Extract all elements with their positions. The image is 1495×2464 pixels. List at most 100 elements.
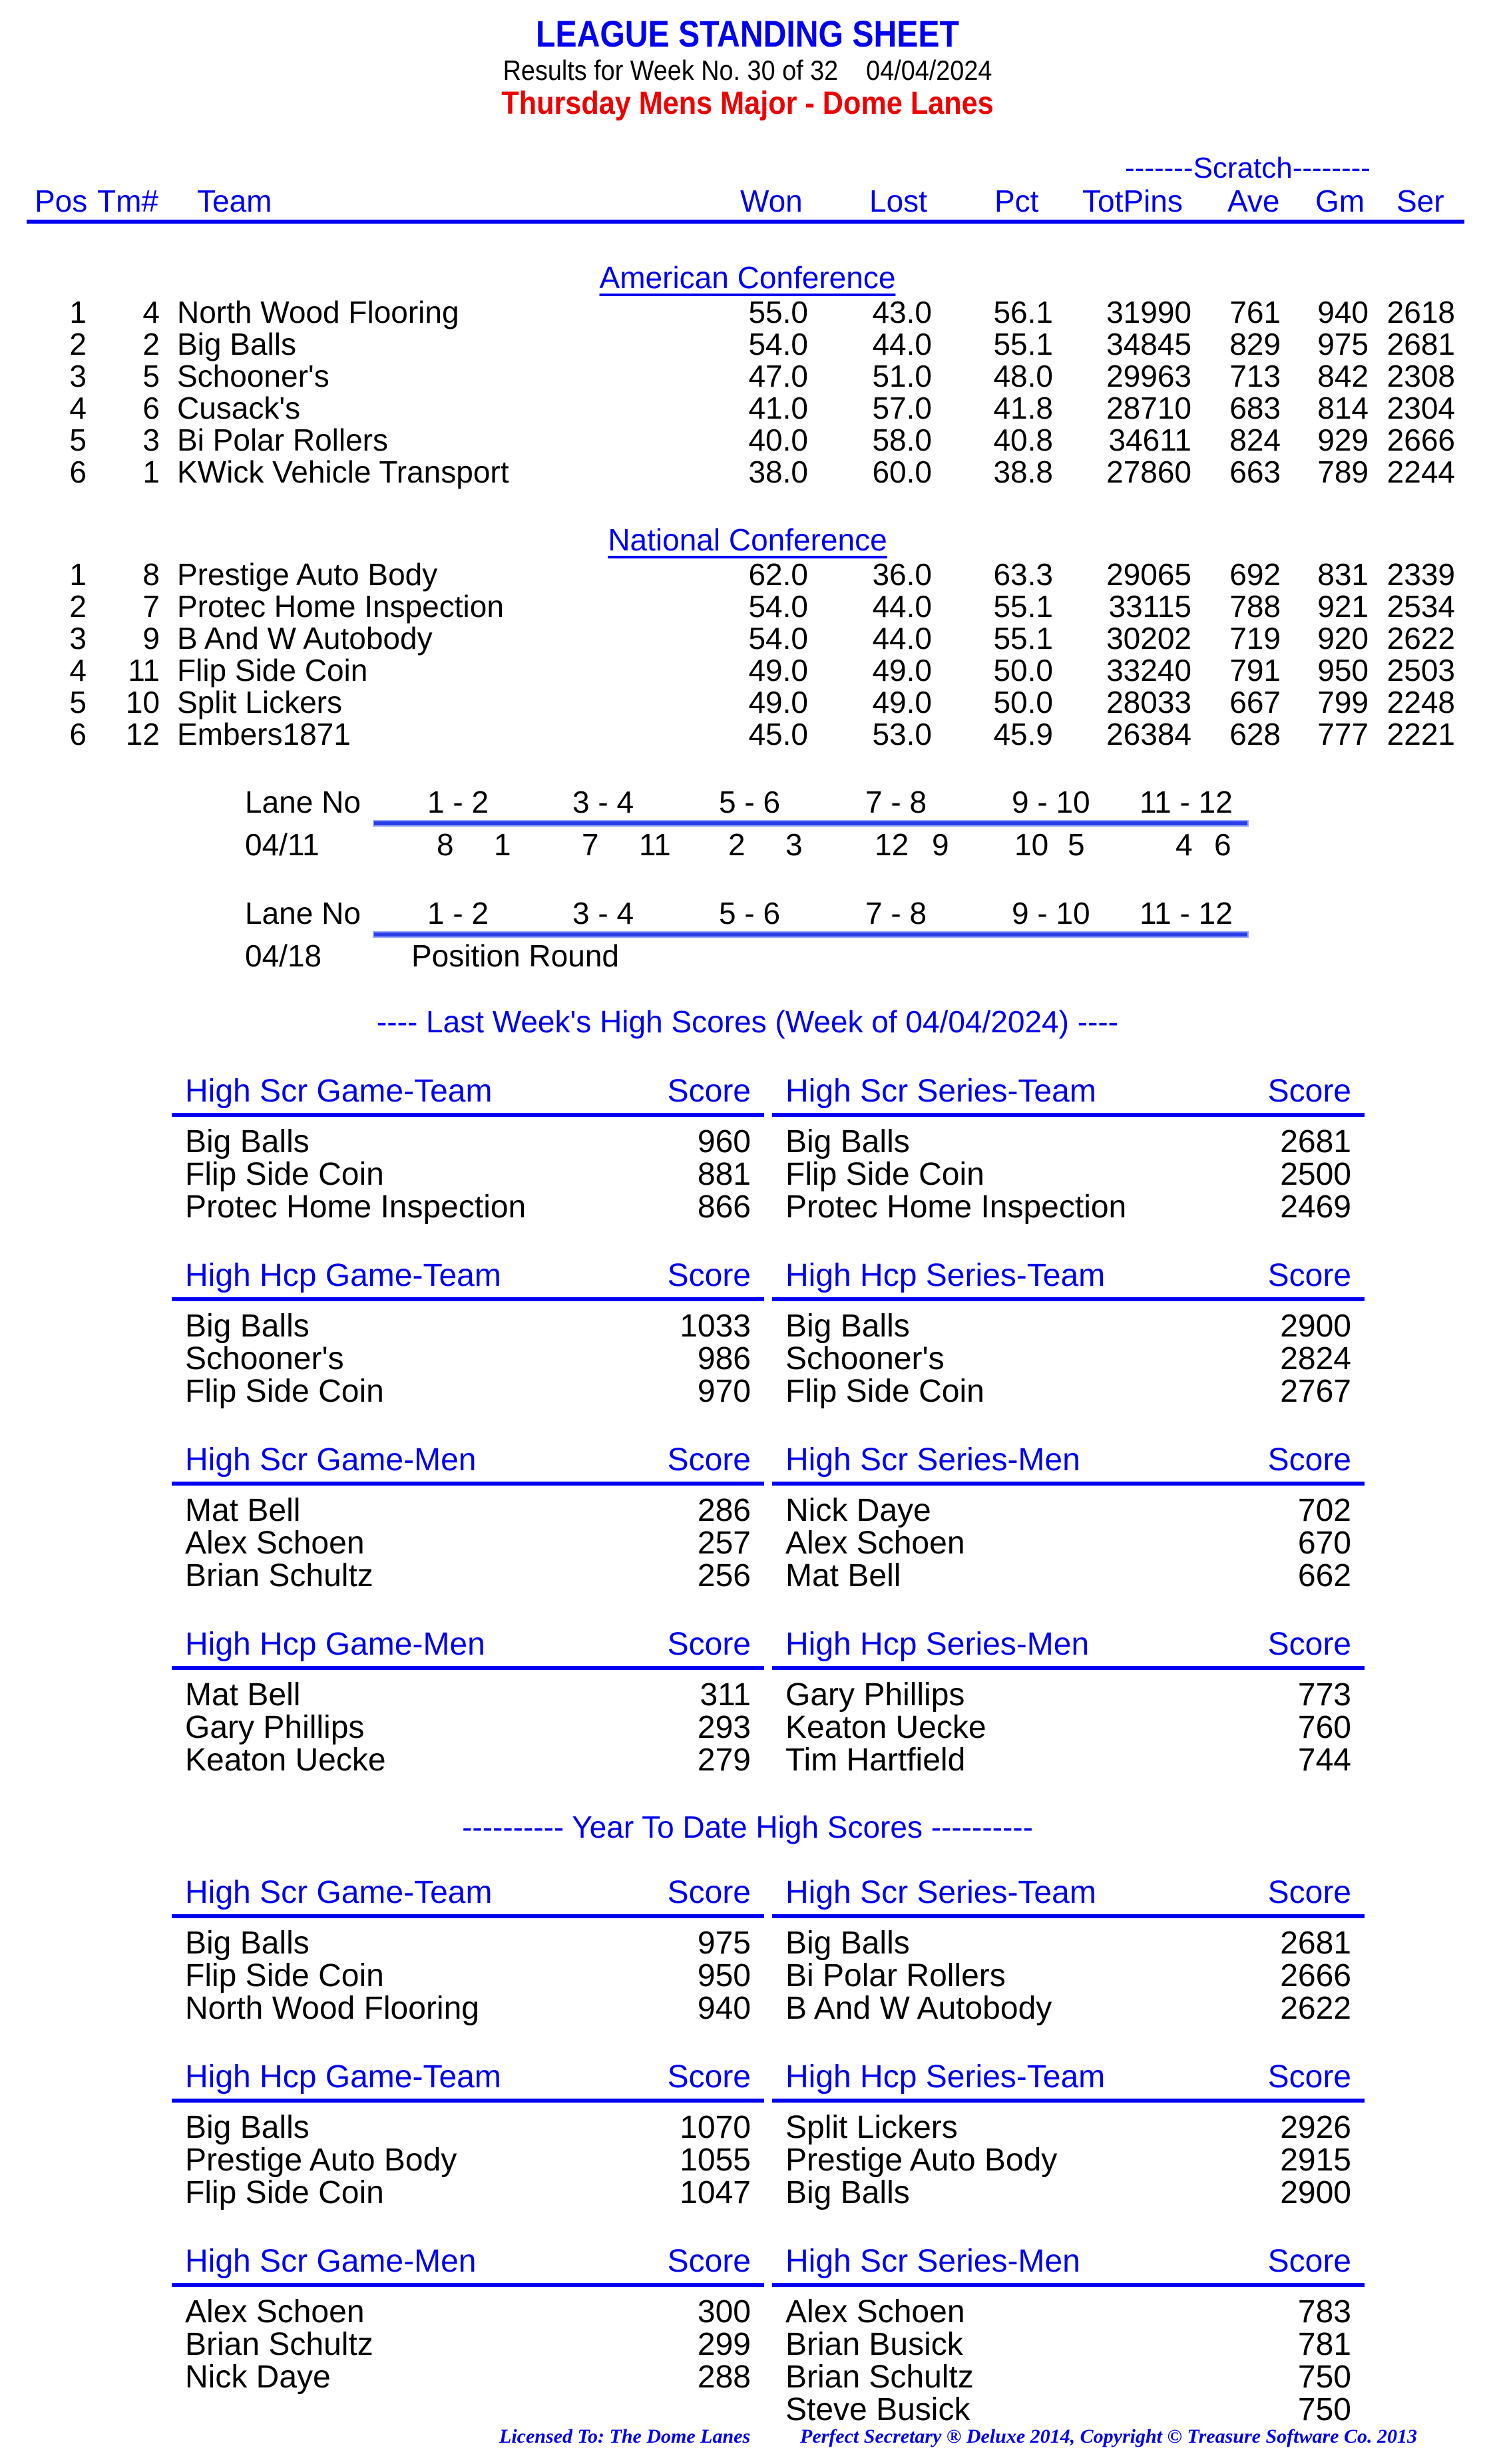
cell-ser: 2221 [1387,717,1455,751]
cell-pct: 63.3 [993,557,1053,592]
list-item: Big Balls 2681 [772,1925,1365,1961]
score-label: Score [1267,1442,1351,1478]
conference-title: American Conference [599,260,896,295]
cell-gm: 940 [1317,295,1369,329]
matchup-team: 10 [1014,827,1049,862]
list-item: Alex Schoen 670 [772,1525,1365,1561]
conference-title: National Conference [608,522,887,557]
score-label: Score [667,1875,751,1910]
cell-totpins: 28710 [1106,391,1191,425]
cell-won: 40.0 [748,423,808,457]
cell-totpins: 30202 [1106,621,1191,656]
cell-ave: 829 [1229,327,1281,361]
cell-won: 47.0 [748,359,808,393]
cell-tm: 5 [142,359,160,393]
col-pct: Pct [994,184,1039,218]
cell-pct: 48.0 [993,359,1053,393]
item-score: 279 [697,1743,751,1778]
scratch-label: -------Scratch-------- [1125,152,1371,184]
cell-gm: 975 [1317,327,1369,361]
item-name: Gary Phillips [185,1710,365,1745]
cell-pct: 40.8 [993,423,1053,457]
score-label: Score [1267,2244,1351,2279]
cell-pct: 56.1 [993,295,1053,329]
cell-team: KWick Vehicle Transport [177,455,509,489]
high-score-box: High Hcp Series-Team Score Split Lickers 29… [772,2059,1365,2210]
col-tm: Tm# [97,184,158,218]
cell-ave: 683 [1229,391,1281,425]
item-name: Keaton Uecke [785,1710,986,1745]
cell-tm: 8 [142,557,160,592]
high-score-box: High Scr Series-Men Score Nick Daye 702 Alex… [772,1442,1365,1593]
item-score: 881 [697,1157,751,1192]
list-item: Big Balls 960 [172,1124,764,1159]
item-score: 2900 [1280,2175,1351,2210]
cell-pct: 50.0 [993,653,1053,688]
list-item: Prestige Auto Body 2915 [772,2142,1365,2178]
box-items: Big Balls 960 Flip Side Coin 881 Protec Home… [172,1124,764,1225]
list-item: Flip Side Coin 950 [172,1957,764,1993]
cell-ave: 628 [1229,717,1281,751]
cell-pos: 1 [69,557,87,592]
box-title: High Hcp Game-Men [185,1627,485,1662]
item-name: Big Balls [185,1309,310,1344]
item-name: Brian Busick [785,2327,963,2362]
item-name: Schooner's [785,1341,945,1376]
cell-ser: 2681 [1387,327,1455,361]
cell-team: Embers1871 [177,717,351,751]
box-rule [172,1482,764,1486]
table-row: 4 11 Flip Side Coin 49.0 49.0 50.0 33240 791 950… [0,652,1495,688]
cell-pct: 50.0 [993,685,1053,719]
schedule-note: Position Round [411,938,619,973]
cell-lost: 49.0 [872,685,932,719]
item-name: Mat Bell [185,1677,301,1713]
box-rule [172,1113,764,1117]
cell-pct: 41.8 [993,391,1053,425]
list-item: Flip Side Coin 2767 [772,1373,1365,1409]
item-score: 702 [1297,1493,1351,1528]
cell-won: 55.0 [748,295,808,329]
cell-won: 49.0 [748,685,808,719]
cell-ave: 824 [1229,423,1281,457]
list-item: Prestige Auto Body 1055 [172,2142,764,2178]
list-item: North Wood Flooring 940 [172,1990,764,2026]
cell-tm: 11 [128,653,160,688]
cell-pos: 1 [69,295,87,329]
cell-ser: 2622 [1387,621,1455,656]
cell-lost: 53.0 [872,717,932,751]
item-score: 970 [697,1374,751,1409]
box-header: High Scr Series-Team Score [772,1073,1365,1110]
item-name: Big Balls [785,1309,910,1344]
cell-ser: 2534 [1387,589,1455,624]
high-score-box: High Hcp Series-Team Score Big Balls 2900 Sc… [772,1257,1365,1409]
cell-pos: 3 [69,621,87,656]
cell-lost: 44.0 [872,327,932,361]
item-score: 257 [697,1526,751,1561]
box-rule [772,1914,1365,1918]
cell-tm: 2 [142,327,160,361]
item-score: 2469 [1280,1189,1351,1225]
box-title: High Scr Game-Men [185,1442,477,1478]
table-row: 6 12 Embers1871 45.0 53.0 45.9 26384 628 777 2221 [0,716,1495,751]
list-item: Big Balls 2900 [772,2174,1365,2210]
list-item: Keaton Uecke 760 [772,1709,1365,1745]
box-title: High Scr Series-Team [785,1875,1096,1910]
item-name: Flip Side Coin [185,2175,384,2210]
cell-totpins: 34611 [1108,423,1191,457]
matchup-team: 5 [1068,827,1085,862]
item-score: 760 [1297,1710,1351,1745]
list-item: Protec Home Inspection 2469 [772,1189,1365,1225]
matchup-team: 3 [785,827,803,862]
cell-ser: 2304 [1387,391,1455,425]
item-score: 662 [1297,1558,1351,1593]
box-header: High Hcp Game-Team Score [172,1257,764,1295]
list-item: Split Lickers 2926 [772,2109,1365,2145]
list-item: Flip Side Coin 1047 [172,2174,764,2210]
box-rule [772,1666,1365,1670]
box-rule [172,2099,764,2103]
col-totpins: TotPins [1082,184,1183,218]
score-label: Score [667,2059,751,2095]
box-items: Mat Bell 311 Gary Phillips 293 Keaton Uecke 2… [172,1677,764,1778]
item-name: Steve Busick [785,2392,970,2427]
lane-pair: 7 - 8 [865,785,927,819]
